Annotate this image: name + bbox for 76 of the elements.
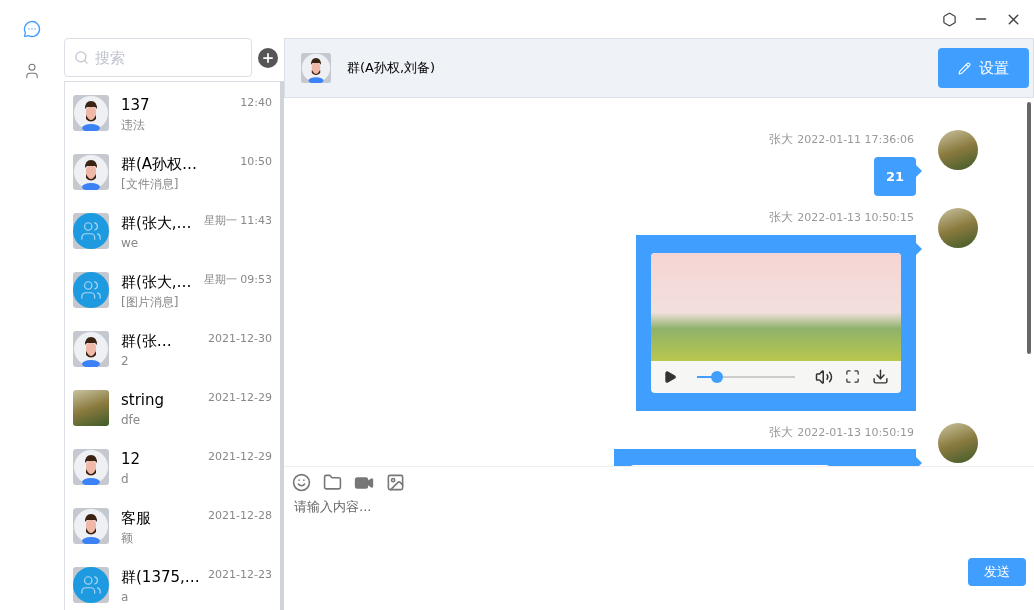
conversation-preview: dfe (121, 412, 142, 429)
photo-placeholder (73, 390, 109, 426)
conversation-item[interactable]: 群(1375,… 2021-12-23 a (65, 554, 280, 610)
conversation-item[interactable]: 群(张… 2021-12-30 2 (65, 318, 280, 377)
conversation-item[interactable]: 群(A孙权… 10:50 [文件消息] (65, 141, 280, 200)
conversation-time: 2021-12-29 (208, 390, 272, 406)
person-avatar-icon (301, 53, 331, 83)
conversation-time: 2021-12-28 (208, 508, 272, 524)
sender-name: 张大 (769, 423, 794, 441)
chat-title: 群(A孙权,刘备) (347, 59, 437, 78)
conversation-time: 星期一 09:53 (203, 272, 272, 288)
conversation-time: 10:50 (240, 154, 272, 170)
conversation-time: 2021-12-29 (208, 449, 272, 465)
conversation-item[interactable]: 客服 2021-12-28 额 (65, 495, 280, 554)
plus-icon (261, 50, 275, 65)
message-bubble: 21 (873, 156, 916, 196)
conversation-name: 137 (121, 95, 150, 115)
conversation-preview: we (121, 235, 140, 252)
settings-icon[interactable] (942, 11, 957, 27)
conversation-name: 12 (121, 449, 141, 469)
conversation-time: 2021-12-23 (208, 567, 272, 583)
image-icon[interactable] (386, 473, 405, 492)
folder-icon[interactable] (323, 473, 342, 492)
progress-slider[interactable] (697, 370, 795, 383)
conversation-time: 2021-12-30 (208, 331, 272, 347)
conversation-preview: a (121, 589, 130, 606)
conversation-name: 群(1375,… (121, 567, 200, 587)
person-avatar-icon (73, 95, 109, 131)
conversation-item[interactable]: 群(张大,… 星期一 09:53 [图片消息] (65, 259, 280, 318)
pencil-icon (958, 61, 971, 75)
conversation-preview: [文件消息] (121, 176, 180, 193)
conversation-item[interactable]: string 2021-12-29 dfe (65, 377, 280, 436)
conversation-name: string (121, 390, 165, 410)
photo-placeholder (938, 422, 978, 463)
message-time: 2022-01-11 17:36:06 (797, 132, 914, 148)
person-avatar-icon (73, 154, 109, 190)
conversation-preview: 违法 (121, 117, 146, 134)
message-input[interactable]: 请输入内容... (292, 497, 1026, 558)
conversation-preview: d (121, 471, 130, 488)
conversation-name: 群(张大,… (121, 213, 192, 233)
conversation-name: 客服 (121, 508, 151, 528)
group-avatar-icon (73, 272, 109, 308)
chat-tab-icon[interactable] (23, 20, 41, 38)
sender-name: 张大 (769, 209, 794, 226)
fullscreen-icon[interactable] (845, 369, 860, 384)
conversation-time: 12:40 (240, 95, 272, 111)
conversation-name: 群(A孙权… (121, 154, 198, 174)
conversation-preview: 额 (121, 530, 134, 547)
conversation-preview: 2 (121, 353, 130, 370)
play-icon[interactable] (663, 369, 677, 384)
bubble-tail (916, 457, 922, 466)
person-avatar-icon (73, 449, 109, 485)
photo-placeholder (938, 130, 978, 170)
person-avatar-icon (73, 331, 109, 367)
add-button[interactable] (258, 47, 278, 68)
conversation-preview: [图片消息] (121, 294, 180, 311)
conversation-time: 星期一 11:43 (203, 213, 272, 229)
emoji-icon[interactable] (292, 473, 311, 492)
sender-name: 张大 (769, 131, 794, 148)
photo-placeholder (938, 208, 978, 248)
download-icon[interactable] (872, 368, 889, 385)
conversation-name: 群(张大,… (121, 272, 192, 292)
conversation-item[interactable]: 群(张大,… 星期一 11:43 we (65, 200, 280, 259)
message-time: 2022-01-13 10:50:15 (797, 210, 914, 226)
person-avatar-icon (73, 508, 109, 544)
group-avatar-icon (73, 213, 109, 249)
conversation-item[interactable]: 12 2021-12-29 d (65, 436, 280, 495)
conversation-name: 群(张… (121, 331, 172, 351)
contacts-tab-icon[interactable] (23, 62, 41, 80)
search-icon (74, 50, 89, 65)
search-field[interactable]: 搜索 (64, 38, 252, 77)
bubble-tail (916, 164, 922, 177)
conversation-item[interactable]: 137 12:40 违法 (65, 82, 280, 141)
group-avatar-icon (73, 567, 109, 603)
volume-icon[interactable] (815, 367, 833, 386)
message-time: 2022-01-13 10:50:19 (797, 424, 914, 441)
